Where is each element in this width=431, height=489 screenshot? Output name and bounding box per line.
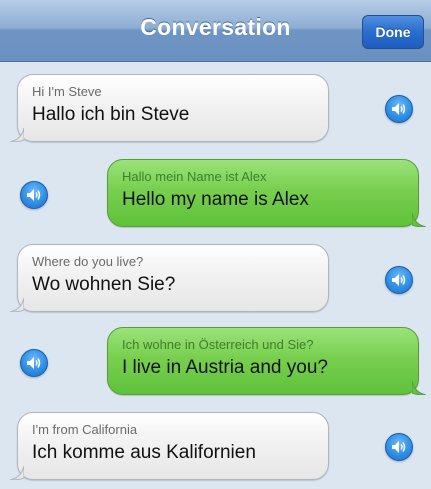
translated-text: Hello my name is Alex [122,189,309,210]
play-audio-button[interactable] [385,433,413,461]
navigation-bar: Conversation Done [0,0,431,62]
message-bubble[interactable]: Hi I'm Steve Hallo ich bin Steve [17,74,329,142]
play-audio-button[interactable] [385,266,413,294]
speaker-icon [392,103,406,115]
translated-text: Wo wohnen Sie? [32,274,176,295]
play-audio-button[interactable] [20,349,48,377]
bubble-tail [412,213,426,227]
speaker-icon [392,274,406,286]
message-bubble[interactable]: Hallo mein Name ist Alex Hello my name i… [107,159,419,227]
original-text: Hallo mein Name ist Alex [122,169,267,184]
done-button[interactable]: Done [362,15,424,49]
bubble-tail [10,466,24,480]
play-audio-button[interactable] [385,95,413,123]
message-bubble[interactable]: I'm from California Ich komme aus Kalifo… [17,412,329,480]
original-text: Hi I'm Steve [32,84,102,99]
speaker-icon [27,357,41,369]
bubble-tail [10,128,24,142]
speaker-icon [27,189,41,201]
translated-text: Ich komme aus Kalifornien [32,442,256,463]
speaker-icon [392,441,406,453]
translated-text: Hallo ich bin Steve [32,104,190,125]
bubble-tail [412,381,426,395]
play-audio-button[interactable] [20,181,48,209]
original-text: Where do you live? [32,254,144,269]
message-bubble[interactable]: Where do you live? Wo wohnen Sie? [17,244,329,312]
original-text: Ich wohne in Österreich und Sie? [122,337,314,352]
translated-text: I live in Austria and you? [122,357,328,378]
conversation-list[interactable]: Hi I'm Steve Hallo ich bin Steve Hallo m… [0,62,431,489]
original-text: I'm from California [32,422,138,437]
message-bubble[interactable]: Ich wohne in Österreich und Sie? I live … [107,327,419,395]
bubble-tail [10,298,24,312]
